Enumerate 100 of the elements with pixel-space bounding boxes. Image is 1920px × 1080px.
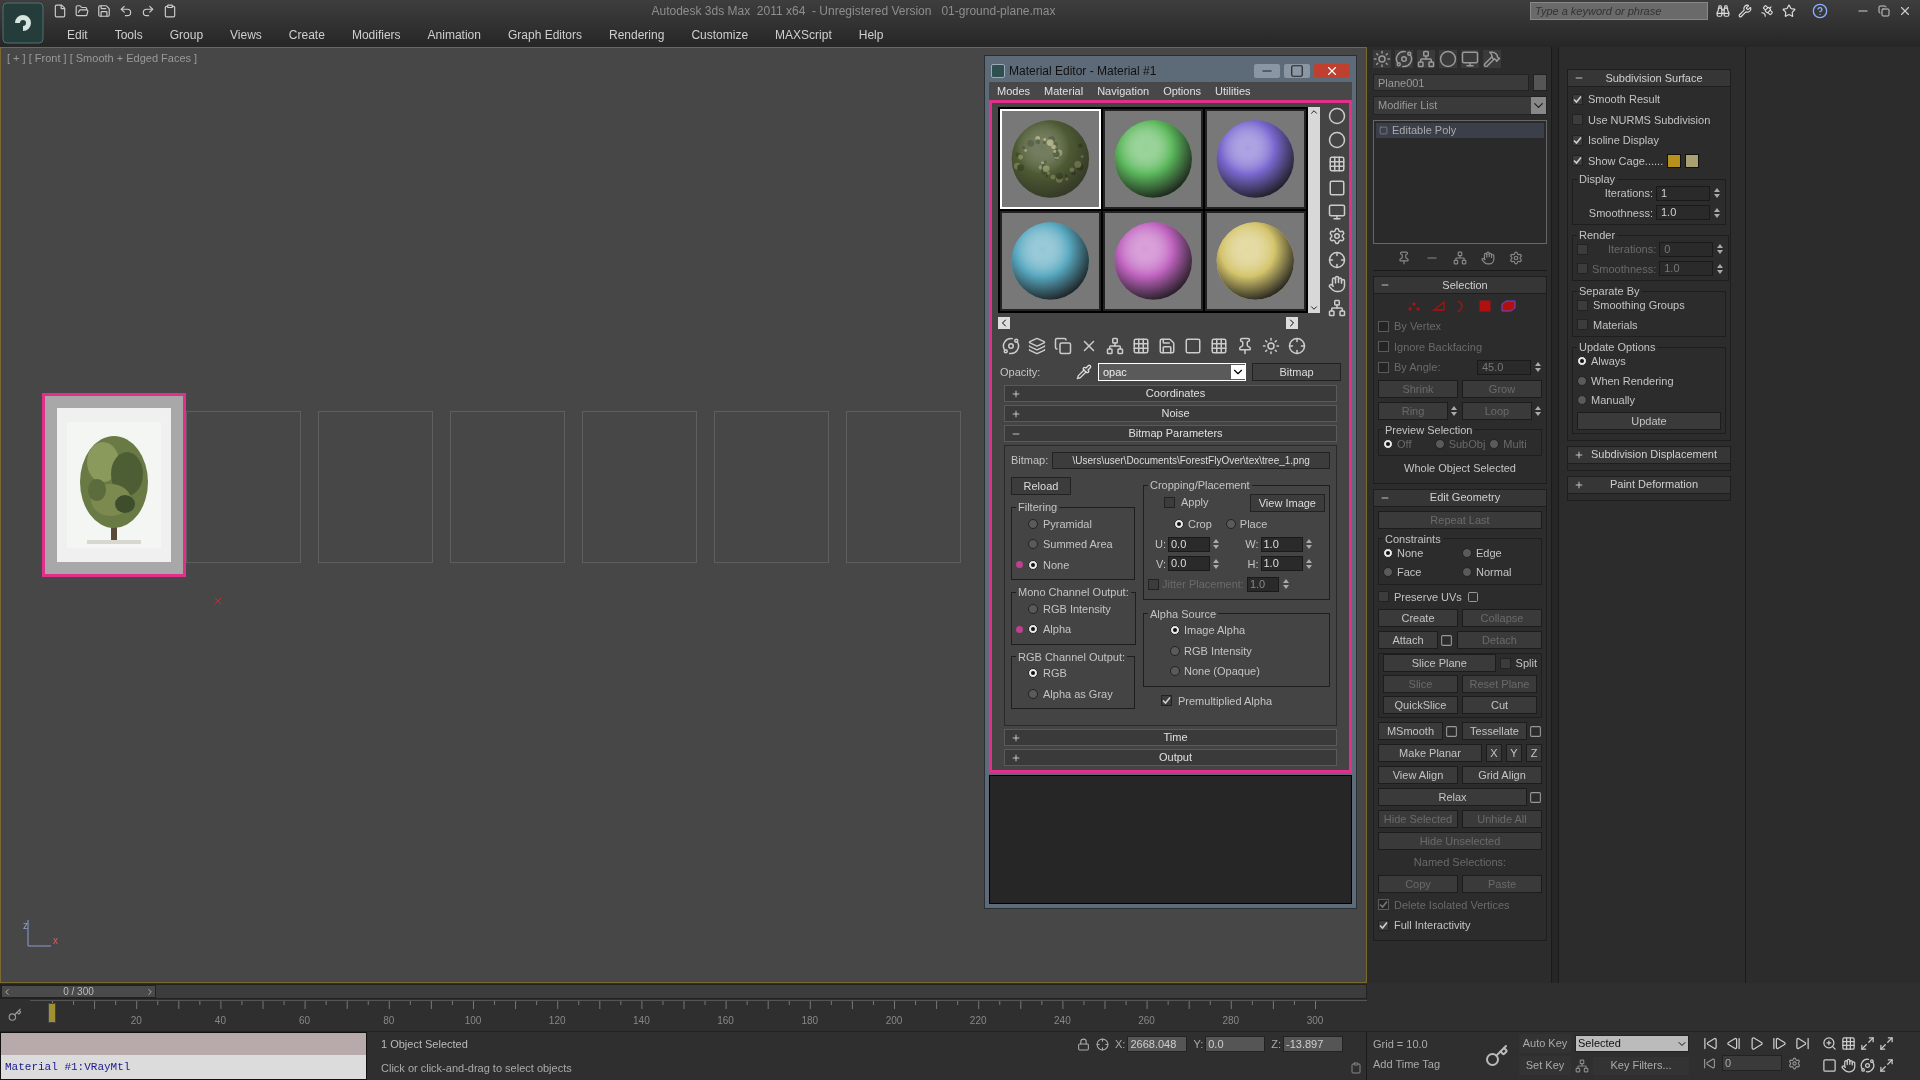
menu-item[interactable]: Modes	[997, 82, 1031, 100]
checkbox[interactable]	[1378, 591, 1389, 603]
radio-button[interactable]	[1462, 567, 1472, 578]
menu-item[interactable]: Views	[230, 25, 262, 44]
spinner-field[interactable]: 1.0	[1246, 576, 1279, 592]
quick-access-icon[interactable]	[53, 4, 67, 18]
menu-item[interactable]: Animation	[427, 25, 481, 44]
menu-item[interactable]: Material	[1044, 82, 1084, 100]
frame-field[interactable]: 0	[1722, 1055, 1782, 1071]
editor-tool-icon[interactable]	[1028, 337, 1046, 355]
modifier-list-dropdown[interactable]: Modifier List	[1373, 96, 1547, 115]
radio-button[interactable]	[1170, 666, 1180, 677]
navigation-icon[interactable]	[1879, 1036, 1894, 1051]
editor-tool-icon[interactable]	[1328, 203, 1346, 221]
menu-item[interactable]: Help	[858, 25, 884, 44]
panel-button[interactable]: Tessellate	[1462, 722, 1527, 740]
view-image-button[interactable]: View Image	[1249, 493, 1325, 512]
checkbox[interactable]	[1577, 243, 1588, 255]
panel-button[interactable]: Grid Align	[1462, 766, 1542, 784]
radio-button[interactable]	[1028, 518, 1038, 529]
stack-tool-icon[interactable]	[1397, 250, 1411, 265]
editor-tool-icon[interactable]	[1184, 337, 1202, 355]
editor-tool-icon[interactable]	[1132, 337, 1150, 355]
radio-button[interactable]	[1462, 547, 1472, 558]
time-slider-track[interactable]: 0 / 300	[0, 984, 1367, 999]
panel-button[interactable]: Cut	[1462, 696, 1537, 714]
rollout-header[interactable]: Bitmap Parameters	[1004, 425, 1337, 442]
settings-box-icon[interactable]	[1529, 724, 1542, 738]
spinner-field[interactable]: 1.0	[1260, 536, 1303, 552]
quick-access-icon[interactable]	[119, 4, 133, 18]
editor-tool-icon[interactable]	[1236, 337, 1254, 355]
object-name-field[interactable]: Plane001	[1373, 74, 1529, 91]
editor-tool-icon[interactable]	[1328, 107, 1346, 125]
editor-tool-icon[interactable]	[1328, 131, 1346, 149]
eyedropper-icon[interactable]	[1076, 364, 1092, 380]
set-key-button[interactable]: Set Key	[1519, 1056, 1571, 1075]
rollout-header[interactable]: Noise	[1004, 405, 1337, 422]
navigation-icon[interactable]	[1879, 1058, 1894, 1073]
close-icon[interactable]	[1314, 64, 1350, 78]
radio-button[interactable]	[1577, 395, 1587, 406]
scroll-up-icon[interactable]	[1309, 107, 1319, 117]
quick-access-icon[interactable]	[97, 4, 111, 18]
navigation-icon[interactable]	[1841, 1036, 1856, 1051]
maximize-icon[interactable]	[1284, 64, 1310, 78]
command-tab-icon[interactable]	[1417, 50, 1435, 68]
scroll-right-icon[interactable]	[1286, 317, 1298, 329]
playback-icon[interactable]	[1703, 1036, 1718, 1051]
radio-button[interactable]	[1577, 356, 1587, 367]
radio-button[interactable]	[1028, 624, 1038, 635]
menu-item[interactable]: Options	[1163, 82, 1202, 100]
radio-button[interactable]	[1174, 518, 1184, 529]
dropdown-icon[interactable]	[1231, 365, 1245, 379]
radio-button[interactable]	[1028, 539, 1038, 550]
spinner-field[interactable]: 1	[1656, 185, 1710, 201]
rollout-header[interactable]: Output	[1004, 749, 1337, 766]
panel-button[interactable]: Relax	[1378, 788, 1527, 806]
rollout-header[interactable]: Selection	[1374, 277, 1546, 294]
stack-item[interactable]: Editable Poly	[1376, 123, 1544, 138]
bitmap-path-button[interactable]: \Users\user\Documents\ForestFlyOver\tex\tree_1.png	[1052, 452, 1330, 469]
scroll-left-icon[interactable]	[998, 317, 1010, 329]
menu-item[interactable]: Navigation	[1097, 82, 1150, 100]
panel-button[interactable]: Create	[1378, 609, 1458, 627]
editor-tool-icon[interactable]	[1328, 227, 1346, 245]
radio-button[interactable]	[1170, 625, 1180, 636]
menu-item[interactable]: Customize	[691, 25, 749, 44]
panel-button[interactable]: Make Planar	[1378, 744, 1482, 762]
checkbox[interactable]	[1577, 263, 1588, 275]
navigation-icon[interactable]	[1822, 1058, 1837, 1073]
stack-tool-icon[interactable]	[1453, 250, 1467, 265]
help-icon[interactable]	[1812, 3, 1828, 19]
editor-tool-icon[interactable]	[1106, 337, 1124, 355]
scrollbar[interactable]	[1308, 107, 1320, 313]
panel-button[interactable]: View Align	[1378, 766, 1458, 784]
panel-button[interactable]: QuickSlice	[1383, 696, 1458, 714]
scroll-down-icon[interactable]	[1309, 303, 1319, 313]
previous-frame-icon[interactable]	[2, 986, 12, 997]
menu-item[interactable]: Tools	[114, 25, 143, 44]
quick-access-icon[interactable]	[75, 4, 89, 18]
time-config-icon[interactable]	[1788, 1056, 1801, 1070]
menu-item[interactable]: Create	[288, 25, 325, 44]
wrench-icon[interactable]	[1738, 4, 1752, 18]
rollout-header[interactable]: Edit Geometry	[1374, 489, 1546, 507]
satellite-icon[interactable]	[1760, 4, 1774, 18]
panel-button[interactable]: MSmooth	[1378, 722, 1443, 740]
checkbox[interactable]	[1378, 919, 1389, 931]
checkbox[interactable]	[1499, 657, 1511, 669]
key-icon[interactable]	[1485, 1044, 1509, 1068]
editor-tool-icon[interactable]	[1054, 337, 1072, 355]
spinner-field[interactable]: 0.0	[1168, 556, 1210, 572]
command-tab-icon[interactable]	[1461, 50, 1479, 68]
coordinate-field[interactable]: 2668.048	[1127, 1036, 1188, 1052]
checkbox[interactable]	[1577, 299, 1588, 311]
editor-tool-icon[interactable]	[1328, 179, 1346, 197]
key-icon[interactable]	[8, 1008, 22, 1022]
checkbox[interactable]	[1148, 578, 1159, 590]
radio-button[interactable]	[1577, 375, 1587, 386]
settings-box-icon[interactable]	[1445, 724, 1458, 738]
playback-icon[interactable]	[1726, 1036, 1741, 1051]
settings-box-icon[interactable]	[1440, 633, 1453, 647]
settings-box-icon[interactable]	[1466, 590, 1479, 603]
